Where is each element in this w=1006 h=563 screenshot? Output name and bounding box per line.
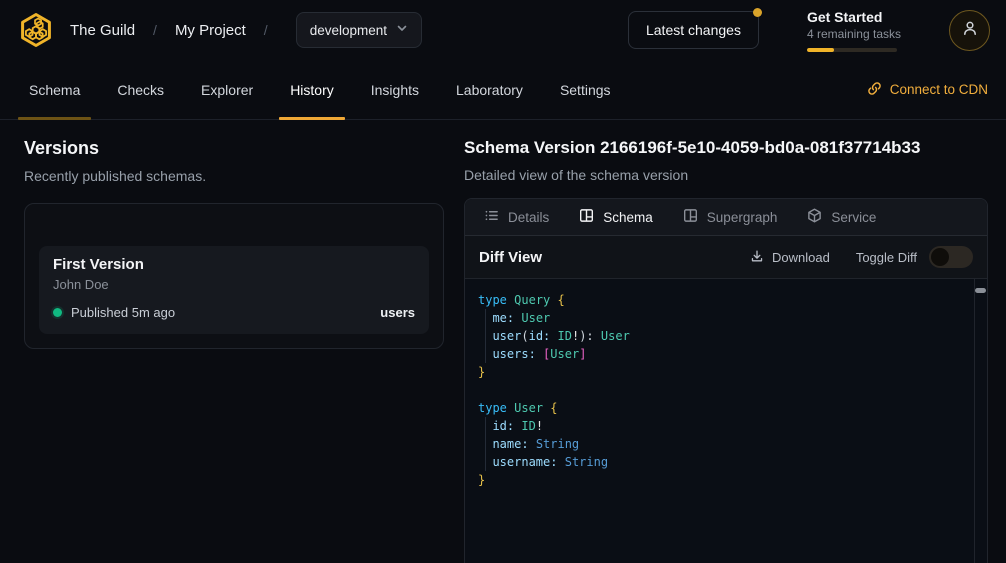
top-bar: The Guild / My Project / development Lat… [0,0,1006,60]
versions-title: Versions [24,138,440,159]
download-icon [750,249,764,266]
tab-label: Schema [29,82,80,98]
panel-tab-schema[interactable]: Schema [579,208,653,226]
toggle-diff-label: Toggle Diff [856,250,917,265]
breadcrumb-separator: / [153,22,157,38]
panel-tab-label: Details [508,210,549,225]
latest-changes-button[interactable]: Latest changes [628,11,759,49]
published-status-dot [53,308,62,317]
diff-view-title: Diff View [479,249,542,266]
tab-underline [360,117,430,120]
columns-icon [579,208,594,226]
tab-underline [549,117,622,120]
main-content: Versions Recently published schemas. Fir… [0,120,1006,563]
tab-underline [106,117,175,120]
tab-underline [279,117,345,120]
version-name: First Version [53,256,415,273]
version-status: Published 5m ago [71,305,175,320]
panel-tab-supergraph[interactable]: Supergraph [683,208,778,226]
tab-label: Checks [117,82,164,98]
connect-to-cdn-link[interactable]: Connect to CDN [867,60,988,119]
tab-settings[interactable]: Settings [549,60,622,119]
panel-tab-details[interactable]: Details [484,208,549,226]
breadcrumb: The Guild / My Project / development [16,10,422,50]
get-started-subtitle: 4 remaining tasks [807,27,901,41]
versions-subtitle: Recently published schemas. [24,168,440,184]
tab-label: Explorer [201,82,253,98]
download-button[interactable]: Download [750,249,830,266]
indent-guide [485,417,486,471]
connect-to-cdn-label: Connect to CDN [890,82,988,97]
app-window: The Guild / My Project / development Lat… [0,0,1006,563]
indent-guide [485,309,486,363]
code-lines: type Query { me: User user(id: ID!): Use… [478,291,961,489]
version-author: John Doe [53,277,415,292]
target-nav-tabs: Schema Checks Explorer History Insights … [0,60,1006,120]
switch-knob [931,248,949,266]
tab-explorer[interactable]: Explorer [190,60,264,119]
top-bar-right: Latest changes Get Started 4 remaining t… [628,9,990,52]
progress-fill [807,48,834,52]
scrollbar-track [974,279,975,563]
tab-label: Settings [560,82,611,98]
version-detail-title: Schema Version 2166196f-5e10-4059-bd0a-0… [464,138,988,158]
columns-icon [683,208,698,226]
version-detail-section: Schema Version 2166196f-5e10-4059-bd0a-0… [464,120,1006,563]
panel-tab-label: Schema [603,210,653,225]
link-icon [867,81,882,99]
schema-panel: Details Schema [464,198,988,563]
diff-view-header: Diff View Download Toggle Diff [465,236,987,279]
tab-underline [18,117,91,120]
toggle-diff-control: Toggle Diff [856,246,973,268]
tab-checks[interactable]: Checks [106,60,175,119]
breadcrumb-project[interactable]: My Project [175,22,246,39]
tab-label: Insights [371,82,419,98]
toggle-diff-switch[interactable] [929,246,973,268]
cube-icon [807,208,822,226]
tab-underline [190,117,264,120]
latest-changes-label: Latest changes [646,22,741,38]
notification-dot [753,8,762,17]
tab-label: Laboratory [456,82,523,98]
get-started-progress-track [807,48,897,52]
get-started-widget[interactable]: Get Started 4 remaining tasks [807,9,901,52]
breadcrumb-org[interactable]: The Guild [70,22,135,39]
panel-tab-label: Supergraph [707,210,778,225]
tab-insights[interactable]: Insights [360,60,430,119]
tab-underline [445,117,534,120]
version-detail-subtitle: Detailed view of the schema version [464,167,988,183]
panel-tab-list: Details Schema [465,199,987,236]
get-started-title: Get Started [807,9,901,25]
list-icon [484,208,499,226]
breadcrumb-separator: / [264,22,268,38]
diff-actions: Download Toggle Diff [750,246,973,268]
schema-code-viewer[interactable]: type Query { me: User user(id: ID!): Use… [465,279,987,563]
panel-tab-label: Service [831,210,876,225]
person-icon [961,19,979,42]
version-list-item[interactable]: First Version John Doe Published 5m ago … [39,246,429,334]
tab-label: History [290,82,334,98]
user-avatar[interactable] [949,10,990,51]
tab-laboratory[interactable]: Laboratory [445,60,534,119]
version-service-badge: users [380,305,415,320]
hive-logo-icon[interactable] [16,10,56,50]
version-meta-row: Published 5m ago users [53,305,415,320]
target-select-value: development [310,23,387,38]
scrollbar-thumb[interactable] [975,288,986,293]
target-select[interactable]: development [296,12,422,48]
tab-schema[interactable]: Schema [18,60,91,119]
chevron-down-icon [396,21,408,39]
versions-section: Versions Recently published schemas. Fir… [0,120,464,563]
download-label: Download [772,250,830,265]
panel-tab-service[interactable]: Service [807,208,876,226]
tab-history[interactable]: History [279,60,345,119]
versions-card: First Version John Doe Published 5m ago … [24,203,444,349]
